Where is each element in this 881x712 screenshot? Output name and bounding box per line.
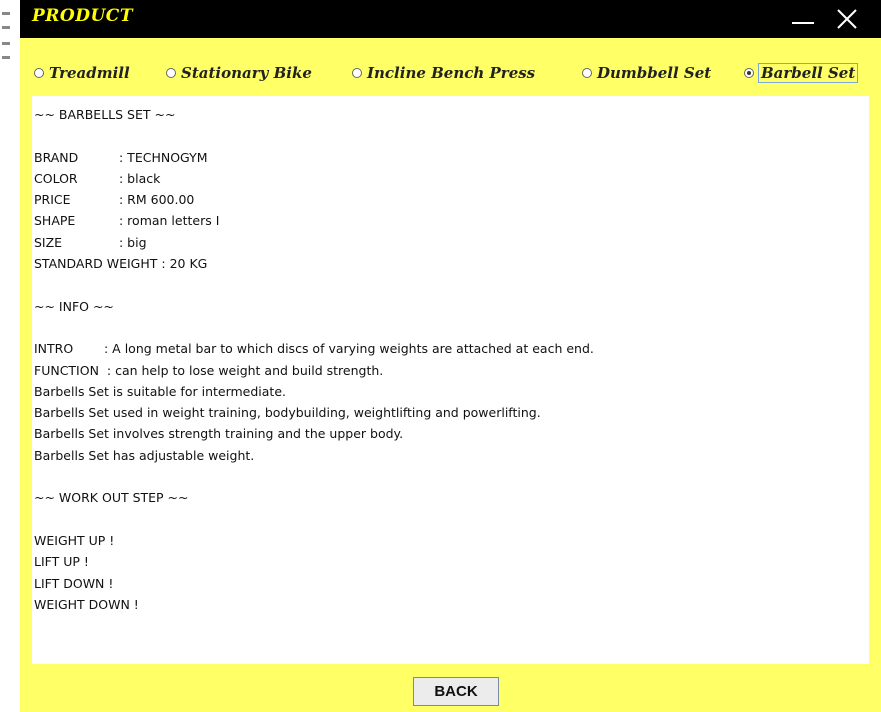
- radio-selected-icon: [744, 68, 754, 78]
- spec-brand: BRAND : TECHNOGYM: [34, 147, 869, 168]
- spec-key: SIZE: [34, 234, 63, 250]
- spec-value: : TECHNOGYM: [119, 149, 208, 165]
- radio-label: Dumbbell Set: [597, 64, 712, 82]
- product-details-text[interactable]: ~~ BARBELLS SET ~~ BRAND : TECHNOGYM COLO…: [32, 96, 869, 664]
- section-header-barbells: ~~ BARBELLS SET ~~: [34, 107, 176, 122]
- radio-label: Stationary Bike: [181, 64, 312, 82]
- info-key: INTRO: [34, 341, 74, 357]
- info-function: FUNCTION : can help to lose weight and b…: [34, 360, 869, 381]
- section-header-workout: ~~ WORK OUT STEP ~~: [34, 490, 189, 506]
- info-key: FUNCTION: [34, 362, 99, 378]
- spec-key: COLOR: [34, 170, 78, 186]
- spec-size: SIZE : big: [34, 232, 869, 253]
- window-title: PRODUCT: [32, 6, 133, 26]
- close-button[interactable]: [830, 4, 864, 34]
- spec-key: PRICE: [34, 192, 71, 208]
- radio-treadmill[interactable]: Treadmill: [34, 56, 130, 90]
- info-value: : can help to lose weight and build stre…: [106, 362, 384, 378]
- info-intro: INTRO : A long metal bar to which discs o…: [34, 338, 869, 359]
- radio-label: Barbell Set: [757, 63, 859, 83]
- radio-incline-bench-press[interactable]: Incline Bench Press: [352, 56, 535, 90]
- spec-value: : black: [119, 170, 161, 186]
- minimize-icon: [792, 22, 814, 24]
- radio-icon: [34, 68, 44, 78]
- info-line: Barbells Set used in weight training, bo…: [34, 405, 541, 421]
- workout-step: LIFT UP !: [34, 554, 89, 570]
- spec-value: : big: [119, 234, 147, 250]
- minimize-button[interactable]: [786, 4, 820, 34]
- product-window: PRODUCT Treadmill Stationary Bike Inclin…: [20, 0, 881, 712]
- workout-step: LIFT DOWN !: [34, 575, 114, 591]
- radio-label: Incline Bench Press: [367, 64, 536, 82]
- back-button[interactable]: BACK: [413, 677, 499, 706]
- spec-value: : RM 600.00: [119, 192, 195, 208]
- info-line: Barbells Set has adjustable weight.: [34, 447, 255, 463]
- spec-color: COLOR : black: [34, 168, 869, 189]
- radio-dumbbell-set[interactable]: Dumbbell Set: [582, 56, 711, 90]
- radio-icon: [166, 68, 176, 78]
- spec-key: BRAND: [34, 149, 79, 165]
- spec-price: PRICE : RM 600.00: [34, 189, 869, 210]
- info-value: : A long metal bar to which discs of var…: [104, 341, 594, 357]
- radio-icon: [352, 68, 362, 78]
- spec-shape: SHAPE : roman letters I: [34, 210, 869, 231]
- section-header-info: ~~ INFO ~~: [34, 298, 114, 314]
- radio-stationary-bike[interactable]: Stationary Bike: [166, 56, 312, 90]
- radio-label: Treadmill: [49, 64, 130, 82]
- close-icon: [837, 9, 857, 29]
- workout-step: WEIGHT DOWN !: [34, 596, 139, 612]
- radio-barbell-set[interactable]: Barbell Set: [744, 56, 859, 90]
- info-line: Barbells Set is suitable for intermediat…: [34, 383, 286, 399]
- standard-weight: STANDARD WEIGHT : 20 KG: [34, 256, 208, 272]
- spec-key: SHAPE: [34, 213, 76, 229]
- info-line: Barbells Set involves strength training …: [34, 426, 404, 442]
- product-radio-group: Treadmill Stationary Bike Incline Bench …: [20, 56, 881, 90]
- spec-value: : roman letters I: [119, 213, 220, 229]
- background-desktop-strip: [0, 0, 20, 712]
- title-bar[interactable]: PRODUCT: [20, 0, 881, 38]
- workout-step: WEIGHT UP !: [34, 532, 115, 548]
- radio-icon: [582, 68, 592, 78]
